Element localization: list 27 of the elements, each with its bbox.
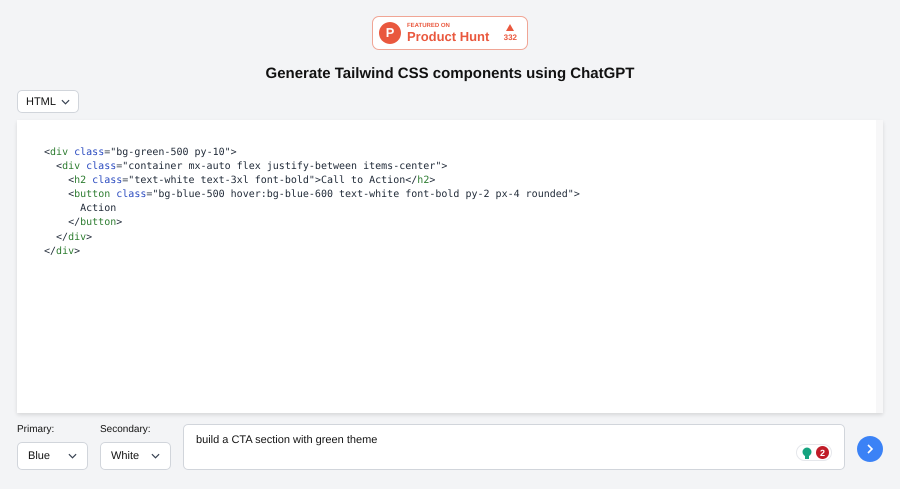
chevron-down-icon <box>68 453 77 459</box>
chevron-down-icon <box>61 98 70 104</box>
chevron-right-icon <box>866 444 874 454</box>
page-title: Generate Tailwind CSS components using ChatGPT <box>266 65 634 82</box>
primary-color-select[interactable]: Blue <box>17 442 88 470</box>
code-line: <button class="bg-blue-500 hover:bg-blue-600 text-white font-bold py-2 px-4 rounded"> <box>67 188 581 202</box>
prompt-field[interactable]: build a CTA section with green theme 2 <box>183 424 845 470</box>
vote-count: 332 <box>504 33 517 42</box>
code-line: Action <box>79 202 118 216</box>
send-button[interactable] <box>857 436 883 462</box>
product-name: Product Hunt <box>407 30 490 43</box>
primary-label: Primary: <box>17 424 56 436</box>
code-line: </button> <box>67 216 124 230</box>
secondary-label: Secondary: <box>100 424 152 436</box>
secondary-color-select[interactable]: White <box>100 442 171 470</box>
code-line: </div> <box>55 230 94 245</box>
code-line: <div class="container mx-auto flex justify-between items-center"> <box>55 160 448 174</box>
code-line: <h2 class="text-white text-3xl font-bold">Call to Action</h2> <box>67 174 436 188</box>
lightbulb-icon <box>801 446 813 458</box>
upvote-icon <box>506 24 514 31</box>
code-line: <div class="bg-green-500 py-10"> <box>44 146 238 160</box>
writing-assistant-badge[interactable]: 2 <box>796 444 832 461</box>
issue-count: 2 <box>816 446 829 459</box>
product-hunt-logo-icon: P <box>379 22 401 44</box>
chevron-down-icon <box>151 453 160 459</box>
format-select[interactable]: HTML <box>17 90 79 113</box>
code-line: </div> <box>44 244 82 259</box>
